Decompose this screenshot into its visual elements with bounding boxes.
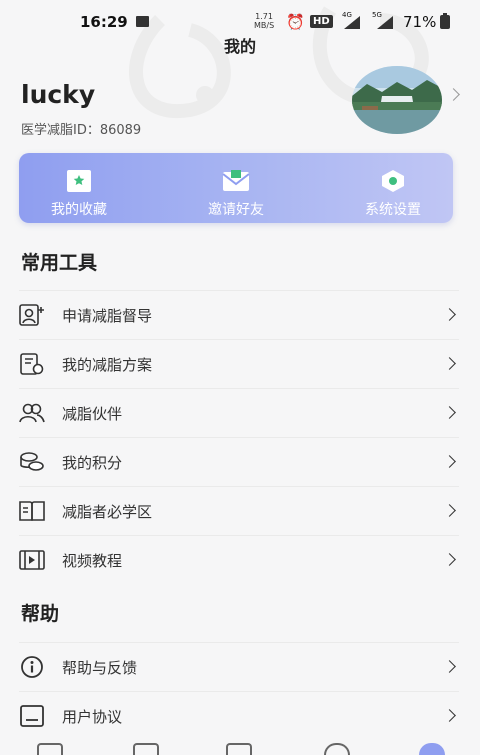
tool-label: 申请减脂督导 — [62, 307, 153, 325]
favorites-label: 我的收藏 — [51, 202, 107, 218]
chevron-right-icon — [443, 709, 456, 722]
status-time: 16:29 — [80, 13, 128, 31]
coins-icon — [20, 452, 44, 471]
invite-friends-button[interactable]: 邀请好友 — [176, 153, 296, 223]
agreement-icon — [20, 705, 44, 727]
tool-label: 我的减脂方案 — [62, 356, 153, 374]
image-notification-icon — [136, 16, 149, 27]
book-icon — [19, 501, 45, 521]
username: lucky — [21, 80, 96, 109]
chevron-right-icon — [443, 504, 456, 517]
bookmark-icon — [67, 170, 91, 192]
tool-row-video-tutorials[interactable]: 视频教程 — [19, 535, 459, 584]
alarm-icon: ⏰ — [286, 13, 305, 31]
tool-row-points[interactable]: 我的积分 — [19, 437, 459, 486]
tab-discover-icon[interactable] — [324, 743, 350, 755]
profile-header[interactable]: lucky 医学减脂ID：86089 — [0, 66, 480, 150]
add-user-icon — [19, 304, 44, 326]
tools-list: 申请减脂督导 我的减脂方案 减脂伙伴 我的积分 减脂者必学区 视频教程 — [19, 290, 459, 584]
chevron-right-icon — [443, 308, 456, 321]
plan-document-icon — [20, 353, 44, 375]
battery-percent: 71% — [403, 13, 437, 31]
network-speed: 1.71 MB/S — [254, 12, 274, 30]
bottom-tab-bar — [0, 740, 480, 755]
help-row-user-agreement[interactable]: 用户协议 — [19, 691, 459, 740]
chevron-right-icon — [443, 553, 456, 566]
tab-home-icon[interactable] — [37, 743, 63, 755]
chevron-right-icon — [443, 357, 456, 370]
tool-label: 我的积分 — [62, 454, 123, 472]
tool-row-partners[interactable]: 减脂伙伴 — [19, 388, 459, 437]
tab-mine-icon[interactable] — [419, 743, 445, 755]
help-list: 帮助与反馈 用户协议 — [19, 642, 459, 740]
chevron-right-icon[interactable] — [447, 88, 460, 101]
avatar[interactable] — [352, 66, 442, 134]
tool-label: 视频教程 — [62, 552, 123, 570]
quick-actions-card: 我的收藏 邀请好友 系统设置 — [19, 153, 453, 223]
help-label: 帮助与反馈 — [62, 659, 138, 677]
help-row-feedback[interactable]: 帮助与反馈 — [19, 642, 459, 691]
battery-icon — [440, 13, 450, 29]
page-title: 我的 — [223, 37, 256, 56]
tab-plan-icon[interactable] — [133, 743, 159, 755]
tool-label: 减脂者必学区 — [62, 503, 153, 521]
tool-row-learning-zone[interactable]: 减脂者必学区 — [19, 486, 459, 535]
system-settings-button[interactable]: 系统设置 — [333, 153, 453, 223]
hd-badge: HD — [310, 15, 333, 28]
invite-friends-label: 邀请好友 — [208, 202, 264, 218]
chevron-right-icon — [443, 455, 456, 468]
partners-icon — [19, 403, 45, 423]
favorites-button[interactable]: 我的收藏 — [19, 153, 139, 223]
video-icon — [19, 550, 45, 570]
tools-section-title: 常用工具 — [21, 252, 98, 274]
tool-row-fat-loss-plan[interactable]: 我的减脂方案 — [19, 339, 459, 388]
user-id: 医学减脂ID：86089 — [21, 123, 142, 138]
tool-label: 减脂伙伴 — [62, 405, 123, 423]
info-icon — [21, 656, 43, 678]
envelope-icon — [222, 170, 250, 191]
signal-icon-1 — [344, 16, 360, 29]
help-label: 用户协议 — [62, 708, 123, 726]
settings-hexagon-icon — [382, 170, 404, 192]
network-speed-value: 1.71 — [255, 12, 273, 21]
signal-icon-2 — [377, 16, 393, 29]
chevron-right-icon — [443, 406, 456, 419]
chevron-right-icon — [443, 660, 456, 673]
tool-row-apply-supervisor[interactable]: 申请减脂督导 — [19, 290, 459, 339]
tab-add-icon[interactable] — [226, 743, 252, 755]
help-section-title: 帮助 — [21, 603, 60, 625]
system-settings-label: 系统设置 — [365, 202, 421, 218]
network-speed-unit: MB/S — [254, 21, 275, 30]
